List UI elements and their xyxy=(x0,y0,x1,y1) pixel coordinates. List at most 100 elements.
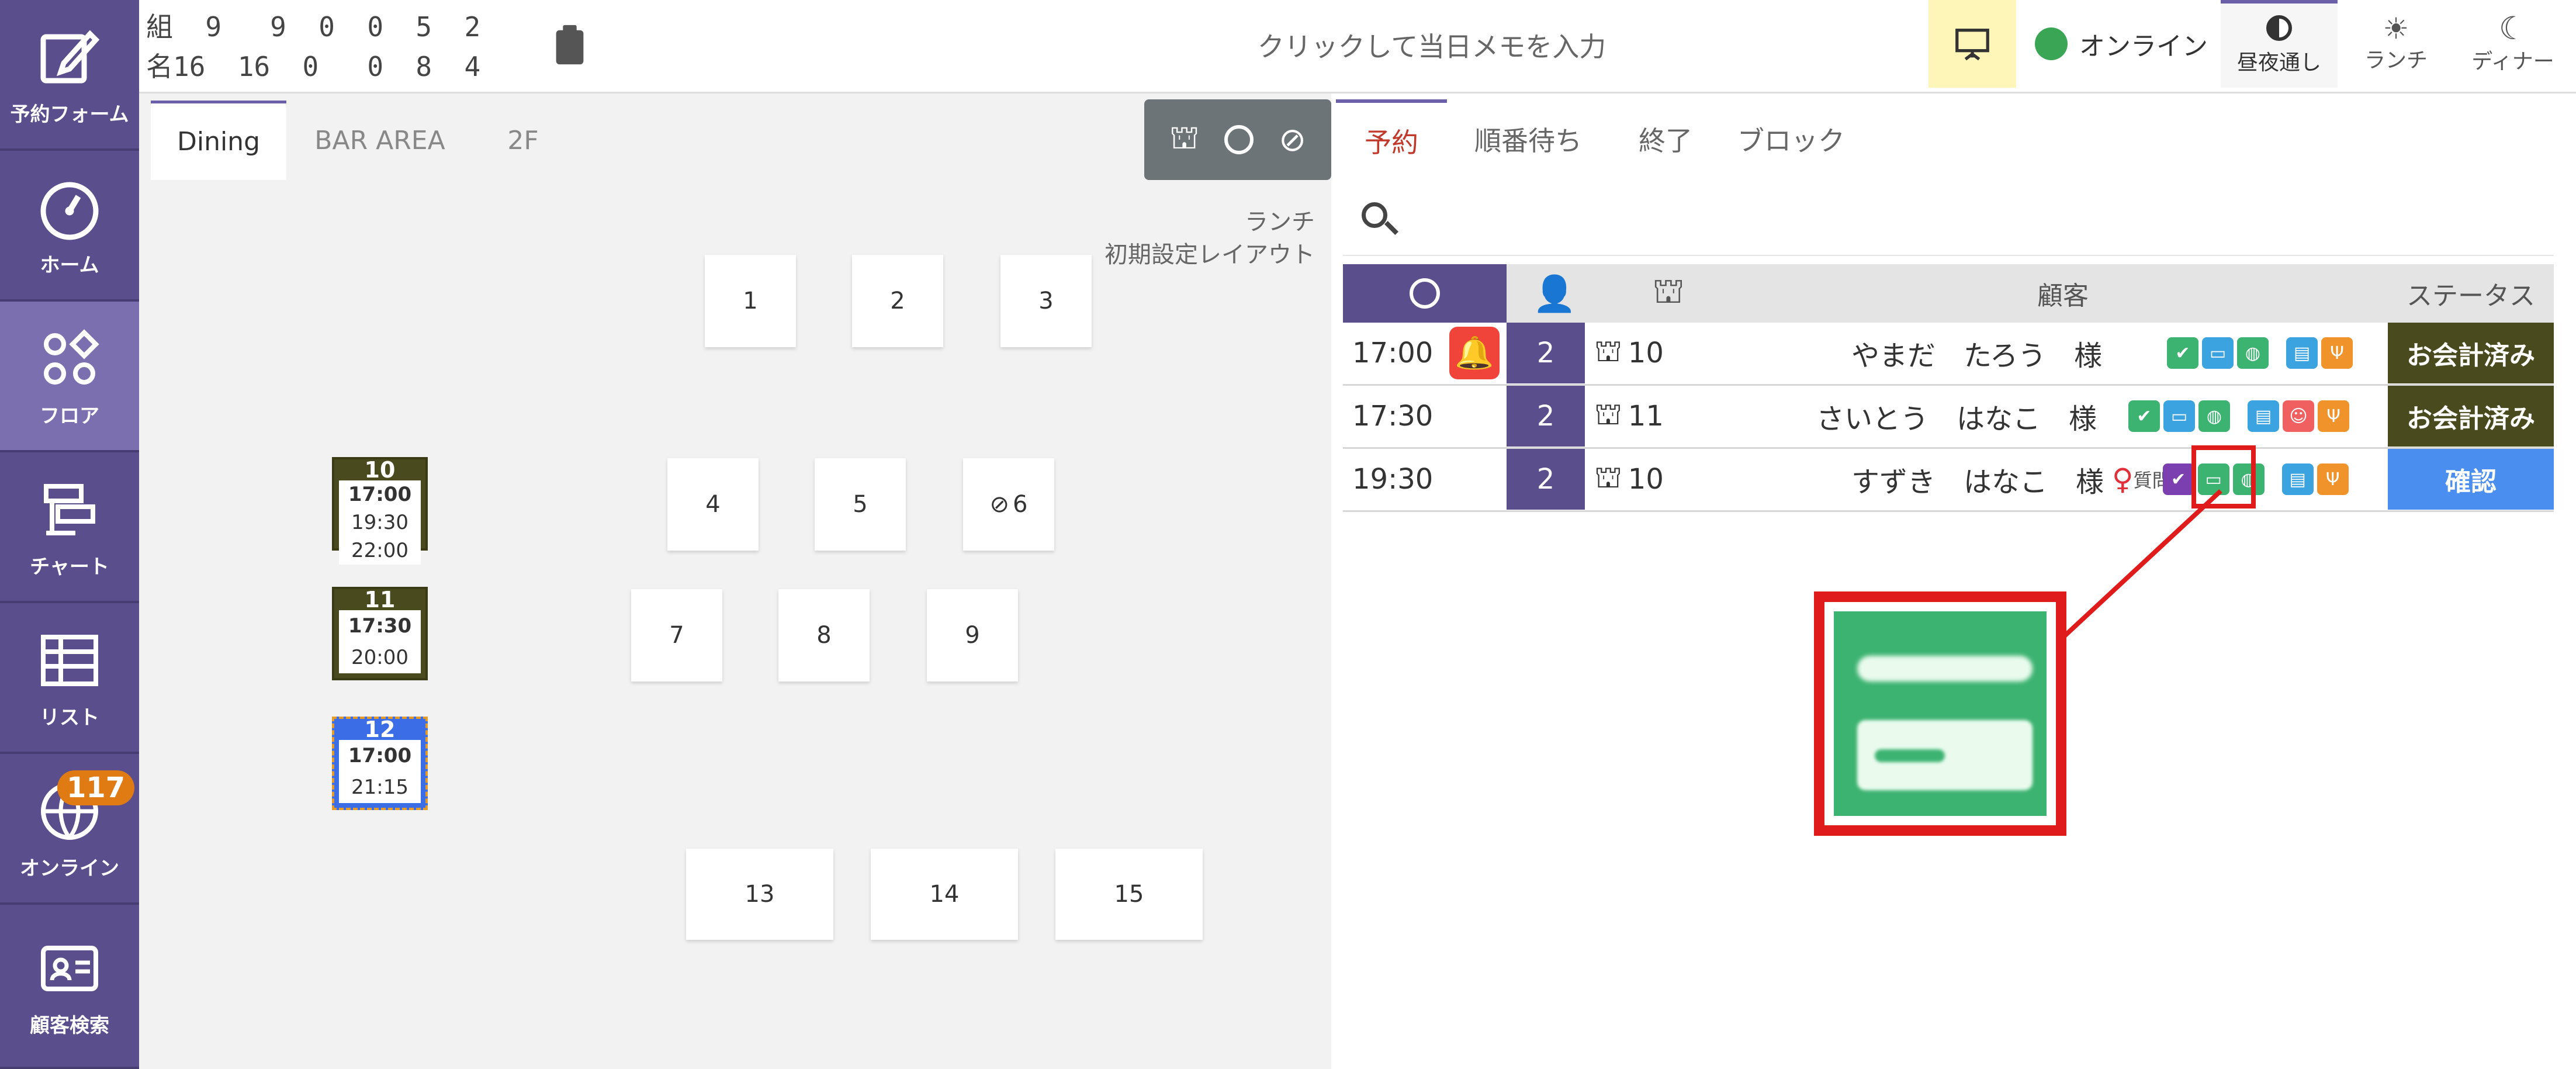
floor-tab-2f[interactable]: 2F xyxy=(479,101,567,180)
document-icon: ▤ xyxy=(2248,400,2279,432)
table-icon: ⛫ xyxy=(1594,396,1622,432)
segment-all-day[interactable]: 昼夜通し xyxy=(2221,0,2338,88)
table-number: 11 xyxy=(364,587,396,613)
table-number: 10 xyxy=(1628,337,1664,369)
shapes-icon xyxy=(44,328,99,385)
reservation-time: 17:00 xyxy=(348,483,412,506)
time-column-header[interactable] xyxy=(1343,264,1507,323)
table-1[interactable]: 1 xyxy=(705,255,796,347)
gauge-icon xyxy=(40,182,99,240)
table-7[interactable]: 7 xyxy=(631,589,722,681)
daily-memo-input[interactable]: クリックして当日メモを入力 xyxy=(993,26,1870,64)
table-9[interactable]: 9 xyxy=(927,589,1018,681)
table-icon[interactable]: ⛫ xyxy=(1169,119,1199,161)
table-12-selected[interactable]: 12 17:00 21:15 xyxy=(332,717,428,810)
table-icon: ⛫ xyxy=(1594,333,1622,369)
online-status-button[interactable]: オンライン xyxy=(2022,0,2221,88)
table-10-occupied[interactable]: 10 17:00 19:30 22:00 xyxy=(332,457,428,565)
sidebar-item-label: 顧客検索 xyxy=(30,1014,109,1037)
food-icon: Ψ xyxy=(2317,463,2349,495)
customer-name: やまだ たろう 様 xyxy=(1851,340,2103,372)
table-icon: ⛫ xyxy=(1594,459,1622,495)
search-bar[interactable] xyxy=(1343,182,2554,256)
sidebar-item-customer-search[interactable]: 顧客検索 xyxy=(0,905,139,1069)
table-number: 12 xyxy=(364,717,396,742)
sidebar-item-reservation-form[interactable]: 予約フォーム xyxy=(0,0,139,151)
floor-tab-dining[interactable]: Dining xyxy=(151,101,286,180)
people-count: 2 xyxy=(1507,449,1585,510)
tab-reservations[interactable]: 予約 xyxy=(1336,99,1447,179)
sidebar-item-chart[interactable]: チャート xyxy=(0,452,139,603)
display-toggle-button[interactable] xyxy=(1928,0,2016,88)
card-icon: ▭ xyxy=(2163,400,2195,432)
status-badge[interactable]: 確認 xyxy=(2388,449,2554,510)
smiley-icon: ☺ xyxy=(2283,400,2314,432)
table-8[interactable]: 8 xyxy=(778,589,870,681)
clock-icon xyxy=(1410,278,1440,309)
food-icon: Ψ xyxy=(2321,337,2353,369)
memo-clip-icon[interactable] xyxy=(552,23,587,68)
block-icon[interactable]: ⊘ xyxy=(1279,121,1306,159)
reservation-row[interactable]: 17:00 🔔 2 ⛫ 10 やまだ たろう 様 ✔ ▭ ◍ ▤ Ψ お会計済み xyxy=(1343,323,2554,386)
sidebar-item-label: 予約フォーム xyxy=(10,102,129,126)
segment-lunch[interactable]: ☀ ランチ xyxy=(2338,0,2454,88)
table-3[interactable]: 3 xyxy=(1000,255,1092,347)
table-number: 10 xyxy=(1628,463,1664,496)
sidebar-item-online[interactable]: オンライン 117 xyxy=(0,754,139,905)
table-15[interactable]: 15 xyxy=(1055,849,1203,940)
sidebar-item-label: リスト xyxy=(40,705,99,729)
table-2[interactable]: 2 xyxy=(852,255,943,347)
people-count: 2 xyxy=(1507,386,1585,447)
people-column-icon: 👤 xyxy=(1532,273,1577,314)
layout-period: ランチ xyxy=(1245,209,1315,236)
customer-column-header: 顧客 xyxy=(2037,281,2089,311)
segment-dinner[interactable]: ☾ ディナー xyxy=(2454,0,2571,88)
reservation-time: 17:30 xyxy=(348,614,412,638)
sidebar-item-label: フロア xyxy=(40,404,99,428)
sidebar-item-home[interactable]: ホーム xyxy=(0,151,139,302)
search-icon xyxy=(1362,202,1387,228)
sidebar-item-list[interactable]: リスト xyxy=(0,603,139,754)
tab-finished[interactable]: 終了 xyxy=(1613,99,1718,179)
table-6[interactable]: ⊘ 6 xyxy=(963,458,1054,551)
table-13[interactable]: 13 xyxy=(686,849,833,940)
status-label: お会計済み xyxy=(2407,404,2535,434)
status-badge[interactable]: お会計済み xyxy=(2388,386,2554,447)
sidebar-item-floor[interactable]: フロア xyxy=(0,302,139,452)
segment-label: ディナー xyxy=(2471,50,2554,74)
reservation-time: 17:00 xyxy=(1352,337,1434,369)
notification-badge: 117 xyxy=(57,770,135,805)
table-column-icon: ⛫ xyxy=(1652,271,1685,312)
reservation-time: 19:30 xyxy=(351,511,408,534)
globe-icon: ◍ xyxy=(2237,337,2269,369)
document-icon: ▤ xyxy=(2286,337,2318,369)
alert-bell-icon[interactable]: 🔔 xyxy=(1449,327,1500,379)
status-badge[interactable]: お会計済み xyxy=(2388,323,2554,383)
reservation-row[interactable]: 19:30 2 ⛫ 10 すずき はなこ 様 ♀ 質問 ✔ ▭ ◍ ▤ Ψ 確認 xyxy=(1343,449,2554,512)
half-moon-icon xyxy=(2266,15,2292,41)
table-header xyxy=(1343,264,2554,323)
counts-line2: 名16 16 0 0 8 4 xyxy=(146,51,481,82)
tab-blocked[interactable]: ブロック xyxy=(1730,99,1853,179)
table-5[interactable]: 5 xyxy=(815,458,906,551)
clock-icon[interactable] xyxy=(1224,125,1254,154)
reservation-time: 19:30 xyxy=(1352,463,1434,496)
floor-toolbar: ⛫ ⊘ xyxy=(1144,99,1331,180)
reservation-time: 17:30 xyxy=(1352,400,1434,433)
table-number: 6 xyxy=(1013,491,1028,518)
floor-tab-bar-area[interactable]: BAR AREA xyxy=(292,101,468,180)
segment-label: 昼夜通し xyxy=(2236,51,2321,75)
sun-icon: ☀ xyxy=(2383,12,2409,46)
card-icon: ▭ xyxy=(2202,337,2234,369)
table-number: 11 xyxy=(1628,400,1664,433)
globe-icon xyxy=(2035,27,2068,60)
table-number: 10 xyxy=(364,457,396,483)
reservation-row[interactable]: 17:30 2 ⛫ 11 さいとう はなこ 様 ✔ ▭ ◍ ▤ ☺ Ψ お会計済み xyxy=(1343,386,2554,449)
callout-line xyxy=(2055,489,2222,645)
table-14[interactable]: 14 xyxy=(871,849,1018,940)
tab-waitlist[interactable]: 順番待ち xyxy=(1461,99,1595,179)
table-11-occupied[interactable]: 11 17:30 20:00 xyxy=(332,587,428,680)
customer-name: さいとう はなこ 様 xyxy=(1816,403,2097,435)
status-label: お会計済み xyxy=(2407,341,2535,371)
table-4[interactable]: 4 xyxy=(667,458,759,551)
